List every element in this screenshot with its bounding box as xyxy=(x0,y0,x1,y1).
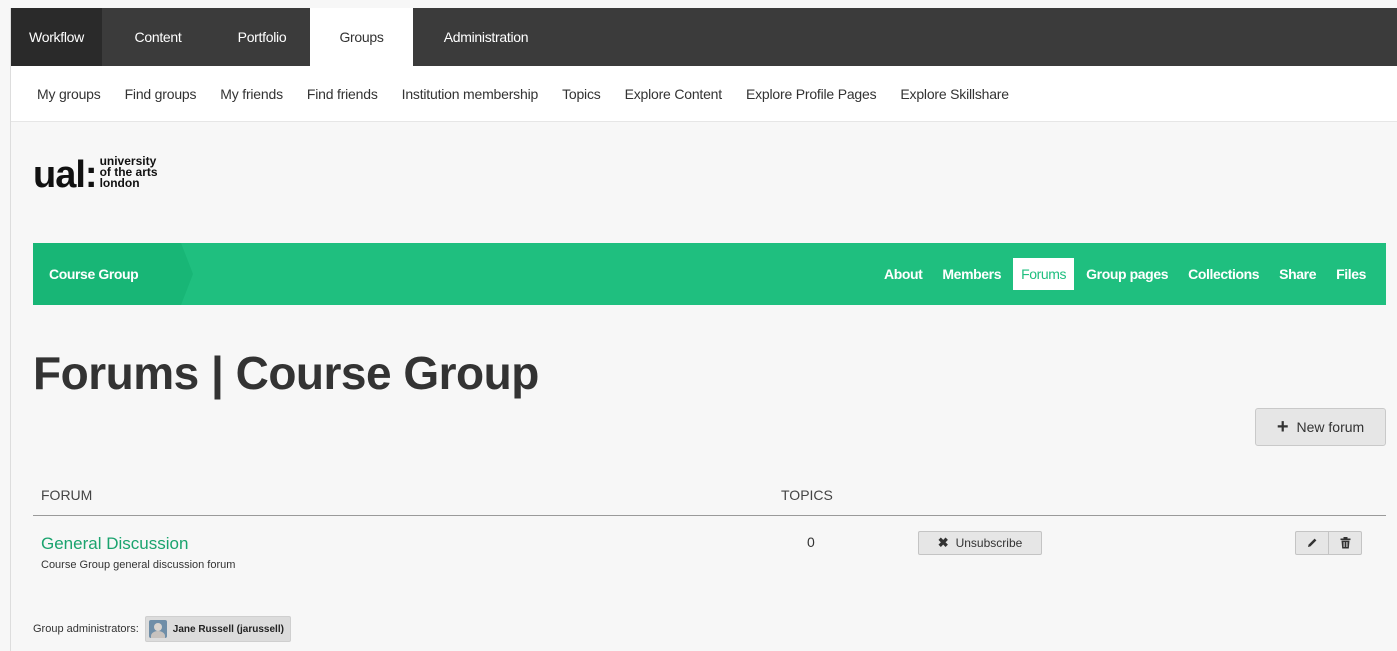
subnav-topics[interactable]: Topics xyxy=(562,86,601,102)
tab-workflow[interactable]: Workflow xyxy=(11,8,102,66)
group-nav: About Members Forums Group pages Collect… xyxy=(872,243,1374,305)
tab-content[interactable]: Content xyxy=(102,8,214,66)
admin-user-chip[interactable]: Jane Russell (jarussell) xyxy=(144,616,291,642)
group-nav-files[interactable]: Files xyxy=(1328,258,1374,290)
plus-icon: + xyxy=(1276,416,1289,438)
tab-administration[interactable]: Administration xyxy=(413,8,559,66)
admin-user-name: Jane Russell (jarussell) xyxy=(172,623,284,635)
subnav-explore-skillshare[interactable]: Explore Skillshare xyxy=(900,86,1009,102)
close-icon: ✖ xyxy=(937,535,949,550)
new-forum-button[interactable]: + New forum xyxy=(1255,408,1386,446)
group-nav-collections[interactable]: Collections xyxy=(1180,258,1267,290)
ual-logo[interactable]: ual: university of the arts london xyxy=(33,154,158,196)
page-title: Forums | Course Group xyxy=(33,347,539,399)
group-nav-members[interactable]: Members xyxy=(934,258,1009,290)
logo-mark: ual: xyxy=(33,154,98,196)
tab-portfolio[interactable]: Portfolio xyxy=(214,8,310,66)
logo-text: university of the arts london xyxy=(99,155,158,190)
subnav-find-friends[interactable]: Find friends xyxy=(307,86,378,102)
tab-groups[interactable]: Groups xyxy=(310,8,413,66)
subnav-find-groups[interactable]: Find groups xyxy=(125,86,197,102)
subnav-institution-membership[interactable]: Institution membership xyxy=(402,86,539,102)
subnav-my-groups[interactable]: My groups xyxy=(37,86,101,102)
page-frame: Workflow Content Portfolio Groups Admini… xyxy=(10,8,1397,651)
unsubscribe-label: Unsubscribe xyxy=(955,536,1023,550)
edit-forum-button[interactable] xyxy=(1295,531,1329,555)
group-nav-forums[interactable]: Forums xyxy=(1013,258,1075,290)
group-nav-share[interactable]: Share xyxy=(1271,258,1324,290)
forum-topics-count: 0 xyxy=(807,534,815,550)
group-administrators: Group administrators: Jane Russell (jaru… xyxy=(33,616,291,642)
table-row: General Discussion Course Group general … xyxy=(33,518,1386,578)
group-nav-about[interactable]: About xyxy=(876,258,930,290)
avatar xyxy=(148,620,167,638)
new-forum-label: New forum xyxy=(1296,419,1365,435)
trash-icon xyxy=(1340,537,1350,549)
delete-forum-button[interactable] xyxy=(1328,531,1362,555)
group-nav-group-pages[interactable]: Group pages xyxy=(1078,258,1176,290)
logo-line-3: london xyxy=(99,175,140,190)
header-topics: TOPICS xyxy=(781,487,833,503)
unsubscribe-button[interactable]: ✖ Unsubscribe xyxy=(918,531,1042,555)
subnav-explore-profile-pages[interactable]: Explore Profile Pages xyxy=(746,86,877,102)
subnav-my-friends[interactable]: My friends xyxy=(220,86,283,102)
forum-description: Course Group general discussion forum xyxy=(41,559,236,571)
forum-name-link[interactable]: General Discussion xyxy=(41,534,188,554)
group-crumb[interactable]: Course Group xyxy=(33,243,193,305)
pencil-icon xyxy=(1308,538,1317,547)
subnav-explore-content[interactable]: Explore Content xyxy=(625,86,723,102)
header-forum: FORUM xyxy=(41,487,93,503)
table-header: FORUM TOPICS xyxy=(33,478,1386,516)
admins-label: Group administrators: xyxy=(33,623,139,635)
sub-nav: My groups Find groups My friends Find fr… xyxy=(11,66,1397,122)
top-nav: Workflow Content Portfolio Groups Admini… xyxy=(11,8,1397,66)
group-bar: Course Group About Members Forums Group … xyxy=(33,243,1386,305)
